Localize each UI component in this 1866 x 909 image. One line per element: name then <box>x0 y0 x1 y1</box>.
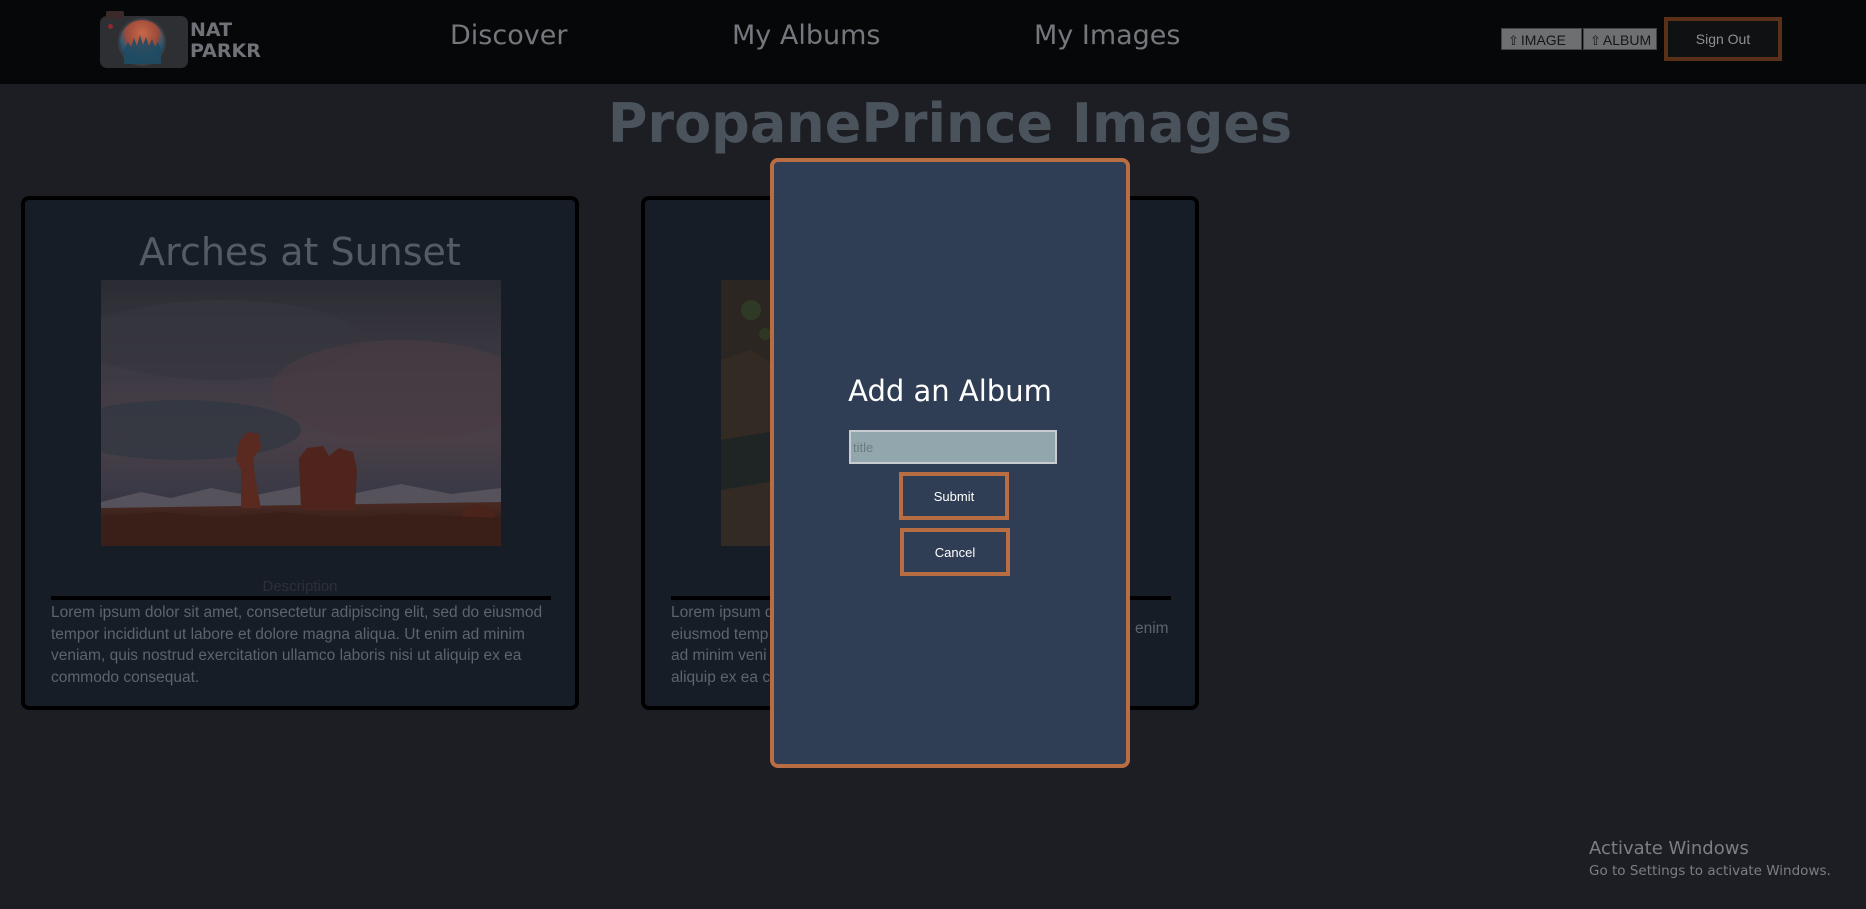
cancel-button[interactable]: Cancel <box>900 528 1010 576</box>
upload-album-button[interactable]: ⇧ ALBUM <box>1583 28 1657 50</box>
modal-title: Add an Album <box>848 374 1052 408</box>
page: NAT PARKR Discover My Albums My Images ⇧… <box>0 0 1866 909</box>
activate-windows-subtitle: Go to Settings to activate Windows. <box>1589 863 1831 879</box>
album-title-input[interactable] <box>849 430 1057 464</box>
image-card[interactable]: Arches at Sunset Description Lorem ipsum… <box>21 196 579 710</box>
card-description-overflow: enim <box>1135 620 1169 637</box>
card-description-line: aliquip ex ea c <box>671 668 771 686</box>
logo[interactable]: NAT PARKR <box>100 11 261 70</box>
card-description-line: Lorem ipsum d <box>671 604 774 621</box>
submit-button[interactable]: Submit <box>899 472 1009 520</box>
card-description: Lorem ipsum dolor sit amet, consectetur … <box>51 604 543 686</box>
description-label: Description <box>262 578 338 595</box>
camera-logo-icon <box>100 11 188 68</box>
nav-link-my-images[interactable]: My Images <box>1034 20 1180 62</box>
logo-line-1: NAT <box>190 19 233 41</box>
logo-line-2: PARKR <box>190 40 261 62</box>
page-title: PropanePrince Images <box>607 92 1293 155</box>
nav-link-my-albums[interactable]: My Albums <box>732 20 880 62</box>
logo-text: NAT PARKR <box>190 19 261 62</box>
activate-windows-title: Activate Windows <box>1589 838 1749 859</box>
card-description-line: eiusmod temp <box>671 625 769 643</box>
card-title: Arches at Sunset <box>139 230 461 274</box>
navbar: NAT PARKR Discover My Albums My Images ⇧… <box>0 0 1866 84</box>
upload-image-label: IMAGE <box>1520 32 1567 48</box>
nav-link-discover[interactable]: Discover <box>450 20 567 62</box>
card-description: Lorem ipsum d eiusmod temp ad minim veni… <box>671 602 781 688</box>
upload-album-label: ALBUM <box>1602 32 1652 48</box>
upload-arrow-icon: ⇧ <box>1590 33 1601 48</box>
card-description-line: ad minim veni <box>671 647 767 664</box>
upload-image-button[interactable]: ⇧ IMAGE <box>1501 28 1582 50</box>
sign-out-button[interactable]: Sign Out <box>1664 17 1782 61</box>
description-divider <box>51 596 551 600</box>
card-image[interactable] <box>101 280 501 546</box>
add-album-modal: Add an Album Submit Cancel <box>770 158 1130 768</box>
upload-arrow-icon: ⇧ <box>1508 33 1519 48</box>
